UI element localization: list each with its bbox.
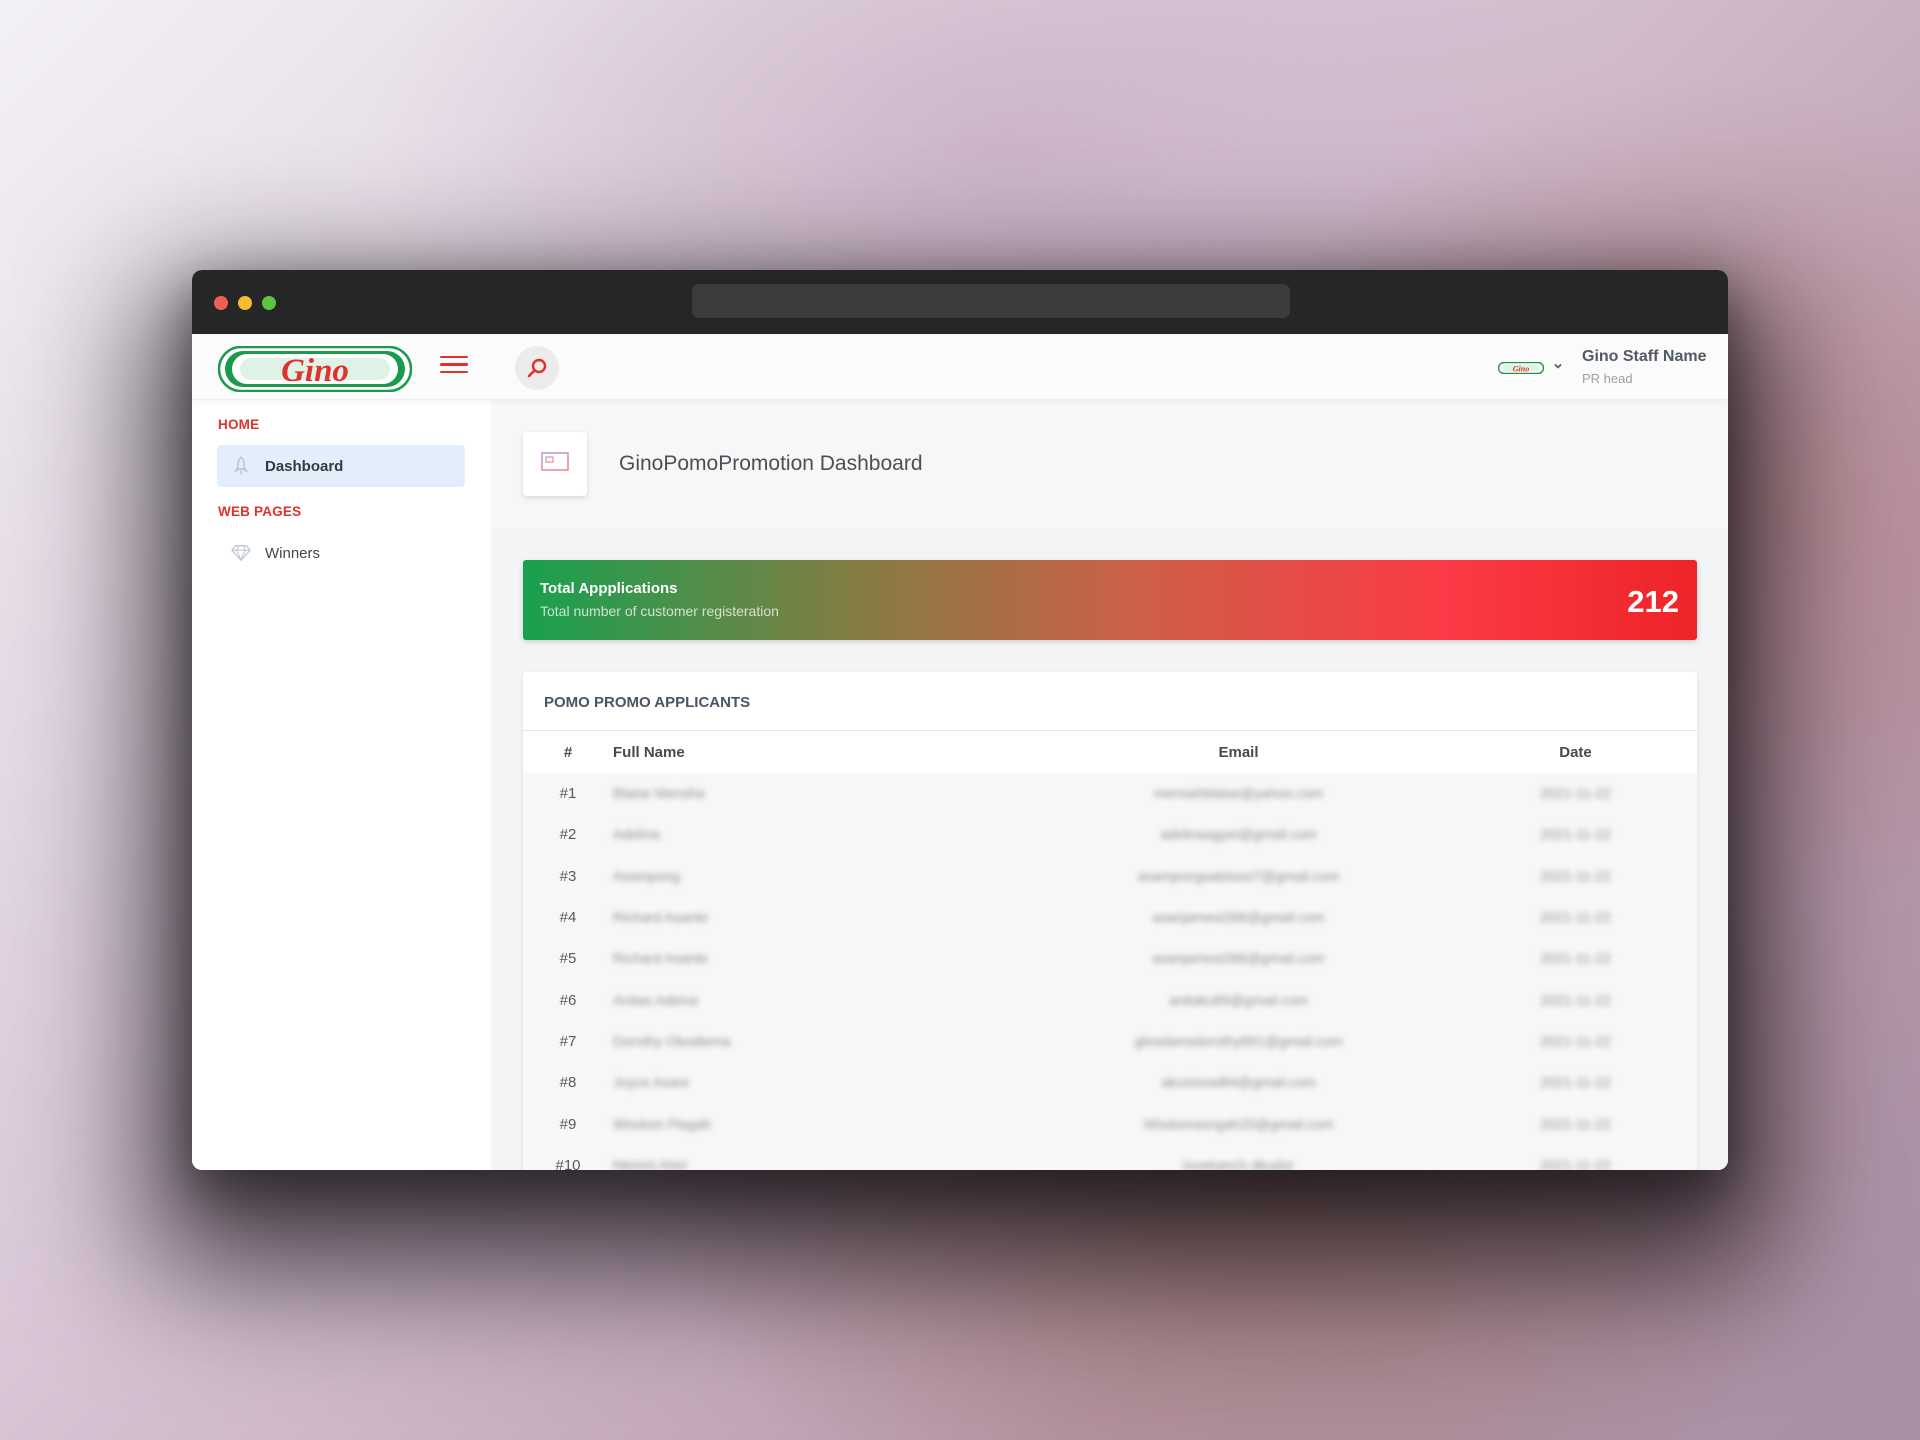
- row-number: #4: [523, 896, 613, 939]
- row-email: mensahblaise@yahoo.com: [993, 773, 1484, 815]
- row-date: 2021-11-22: [1484, 1144, 1697, 1170]
- row-number: #2: [523, 814, 613, 856]
- row-full-name: Nkirimi Ahiri: [613, 1144, 993, 1170]
- row-date: 2021-11-22: [1484, 1103, 1697, 1145]
- minimize-window-button[interactable]: [238, 296, 252, 310]
- row-email: akosisowl84@gmail.com: [993, 1062, 1484, 1104]
- row-date: 2021-11-22: [1484, 979, 1697, 1021]
- diamond-icon: [231, 545, 251, 562]
- row-number: #10: [523, 1144, 613, 1170]
- row-full-name: Adelina: [613, 814, 993, 856]
- row-date: 2021-11-22: [1484, 773, 1697, 815]
- sidebar-heading-web-pages: WEB PAGES: [218, 504, 302, 519]
- stat-subtitle: Total number of customer registeration: [540, 603, 779, 619]
- sidebar-heading-home: HOME: [218, 417, 260, 432]
- menu-toggle-button[interactable]: [440, 356, 468, 378]
- page-header: GinoPomoPromotion Dashboard: [491, 400, 1728, 528]
- sidebar-item-label: Dashboard: [265, 457, 344, 475]
- page-icon: [523, 432, 587, 496]
- row-full-name: Dorothy Obodiema: [613, 1020, 993, 1063]
- row-full-name: Blaise Mensha: [613, 773, 993, 815]
- column-header-number[interactable]: #: [523, 731, 613, 773]
- applicants-table-title: POMO PROMO APPLICANTS: [544, 694, 751, 711]
- table-row[interactable]: #9 Wisdom Plagah Wisdomasngah20@gmail.com 2…: [523, 1103, 1697, 1145]
- row-number: #5: [523, 938, 613, 980]
- search-icon: [527, 358, 547, 378]
- table-row[interactable]: #3 Asampong asampongsabisasi7@gmail.com 202…: [523, 855, 1697, 897]
- table-row[interactable]: #2 Adelina adelinaagyei@gmail.com 2021-11-2…: [523, 814, 1697, 856]
- user-role: PR head: [1582, 371, 1633, 386]
- table-row[interactable]: #10 Nkirimi Ahiri lovebanch.dkudor 2021-11-…: [523, 1144, 1697, 1170]
- sidebar-item-label: Winners: [265, 544, 321, 562]
- row-number: #6: [523, 979, 613, 1021]
- sidebar-item-dashboard[interactable]: Dashboard: [217, 445, 465, 487]
- row-email: adelinaagyei@gmail.com: [993, 814, 1484, 856]
- table-row[interactable]: #8 Joyce Asare akosisowl84@gmail.com 2021-1…: [523, 1062, 1697, 1104]
- user-avatar[interactable]: Gino: [1498, 362, 1544, 374]
- table-header-row: # Full Name Email Date: [523, 731, 1697, 773]
- row-number: #1: [523, 773, 613, 815]
- row-date: 2021-11-22: [1484, 855, 1697, 897]
- row-number: #3: [523, 855, 613, 897]
- row-email: asanjamesi286@gmail.com: [993, 938, 1484, 980]
- main-content: GinoPomoPromotion Dashboard Total Apppli…: [491, 400, 1728, 1170]
- app-header: Gino Gino Gino Staff Name PR head: [192, 334, 1728, 400]
- table-row[interactable]: #7 Dorothy Obodiema glesdamsdorothy891@gma…: [523, 1020, 1697, 1063]
- column-header-full-name[interactable]: Full Name: [613, 731, 993, 773]
- row-date: 2021-11-22: [1484, 938, 1697, 980]
- svg-text:Gino: Gino: [1513, 365, 1529, 374]
- rocket-icon: [233, 456, 249, 475]
- row-full-name: Anitas Adeiva: [613, 979, 993, 1021]
- applicants-card: POMO PROMO APPLICANTS # Full Name Email …: [523, 672, 1697, 1170]
- stat-title: Total Appplications: [540, 580, 678, 597]
- svg-text:Gino: Gino: [281, 353, 349, 389]
- sidebar-item-winners[interactable]: Winners: [217, 532, 465, 574]
- row-email: lovebanch.dkudor: [993, 1144, 1484, 1170]
- row-number: #8: [523, 1062, 613, 1104]
- row-full-name: Richard Asante: [613, 896, 993, 939]
- row-date: 2021-11-22: [1484, 896, 1697, 939]
- user-name[interactable]: Gino Staff Name: [1582, 348, 1706, 366]
- close-window-button[interactable]: [214, 296, 228, 310]
- applicants-table: # Full Name Email Date #1 Blaise Mensha me…: [523, 731, 1697, 1170]
- sidebar: HOME Dashboard WEB PAGES Winners: [192, 400, 491, 1170]
- table-row[interactable]: #1 Blaise Mensha mensahblaise@yahoo.com 202…: [523, 773, 1697, 815]
- row-email: asanjamesi286@gmail.com: [993, 896, 1484, 939]
- stat-value: 212: [1627, 584, 1679, 619]
- row-date: 2021-11-22: [1484, 814, 1697, 856]
- row-date: 2021-11-22: [1484, 1062, 1697, 1104]
- row-full-name: Asampong: [613, 855, 993, 897]
- row-email: anitaku89@gmail.com: [993, 979, 1484, 1021]
- presentation-icon: [541, 452, 569, 477]
- table-row[interactable]: #4 Richard Asante asanjamesi286@gmail.com 2…: [523, 896, 1697, 939]
- gino-logo[interactable]: Gino: [218, 346, 412, 392]
- chevron-down-icon[interactable]: [1552, 360, 1564, 372]
- row-full-name: Richard Asante: [613, 938, 993, 980]
- browser-titlebar: [192, 270, 1728, 334]
- row-number: #7: [523, 1020, 613, 1063]
- search-button[interactable]: [515, 346, 559, 390]
- row-number: #9: [523, 1103, 613, 1145]
- column-header-email[interactable]: Email: [993, 731, 1484, 773]
- row-date: 2021-11-22: [1484, 1020, 1697, 1063]
- page-title: GinoPomoPromotion Dashboard: [619, 452, 923, 475]
- row-email: Wisdomasngah20@gmail.com: [993, 1103, 1484, 1145]
- total-applications-card: Total Appplications Total number of cust…: [523, 560, 1697, 640]
- column-header-date[interactable]: Date: [1484, 731, 1697, 773]
- row-email: glesdamsdorothy891@gmail.com: [993, 1020, 1484, 1063]
- row-full-name: Joyce Asare: [613, 1062, 993, 1104]
- table-row[interactable]: #6 Anitas Adeiva anitaku89@gmail.com 2021-1…: [523, 979, 1697, 1021]
- table-row[interactable]: #5 Richard Asante asanjamesi286@gmail.com 2…: [523, 938, 1697, 980]
- row-full-name: Wisdom Plagah: [613, 1103, 993, 1145]
- maximize-window-button[interactable]: [262, 296, 276, 310]
- row-email: asampongsabisasi7@gmail.com: [993, 855, 1484, 897]
- address-bar[interactable]: [692, 284, 1290, 318]
- browser-window: Gino Gino Gino Staff Name PR head HOME D…: [192, 270, 1728, 1170]
